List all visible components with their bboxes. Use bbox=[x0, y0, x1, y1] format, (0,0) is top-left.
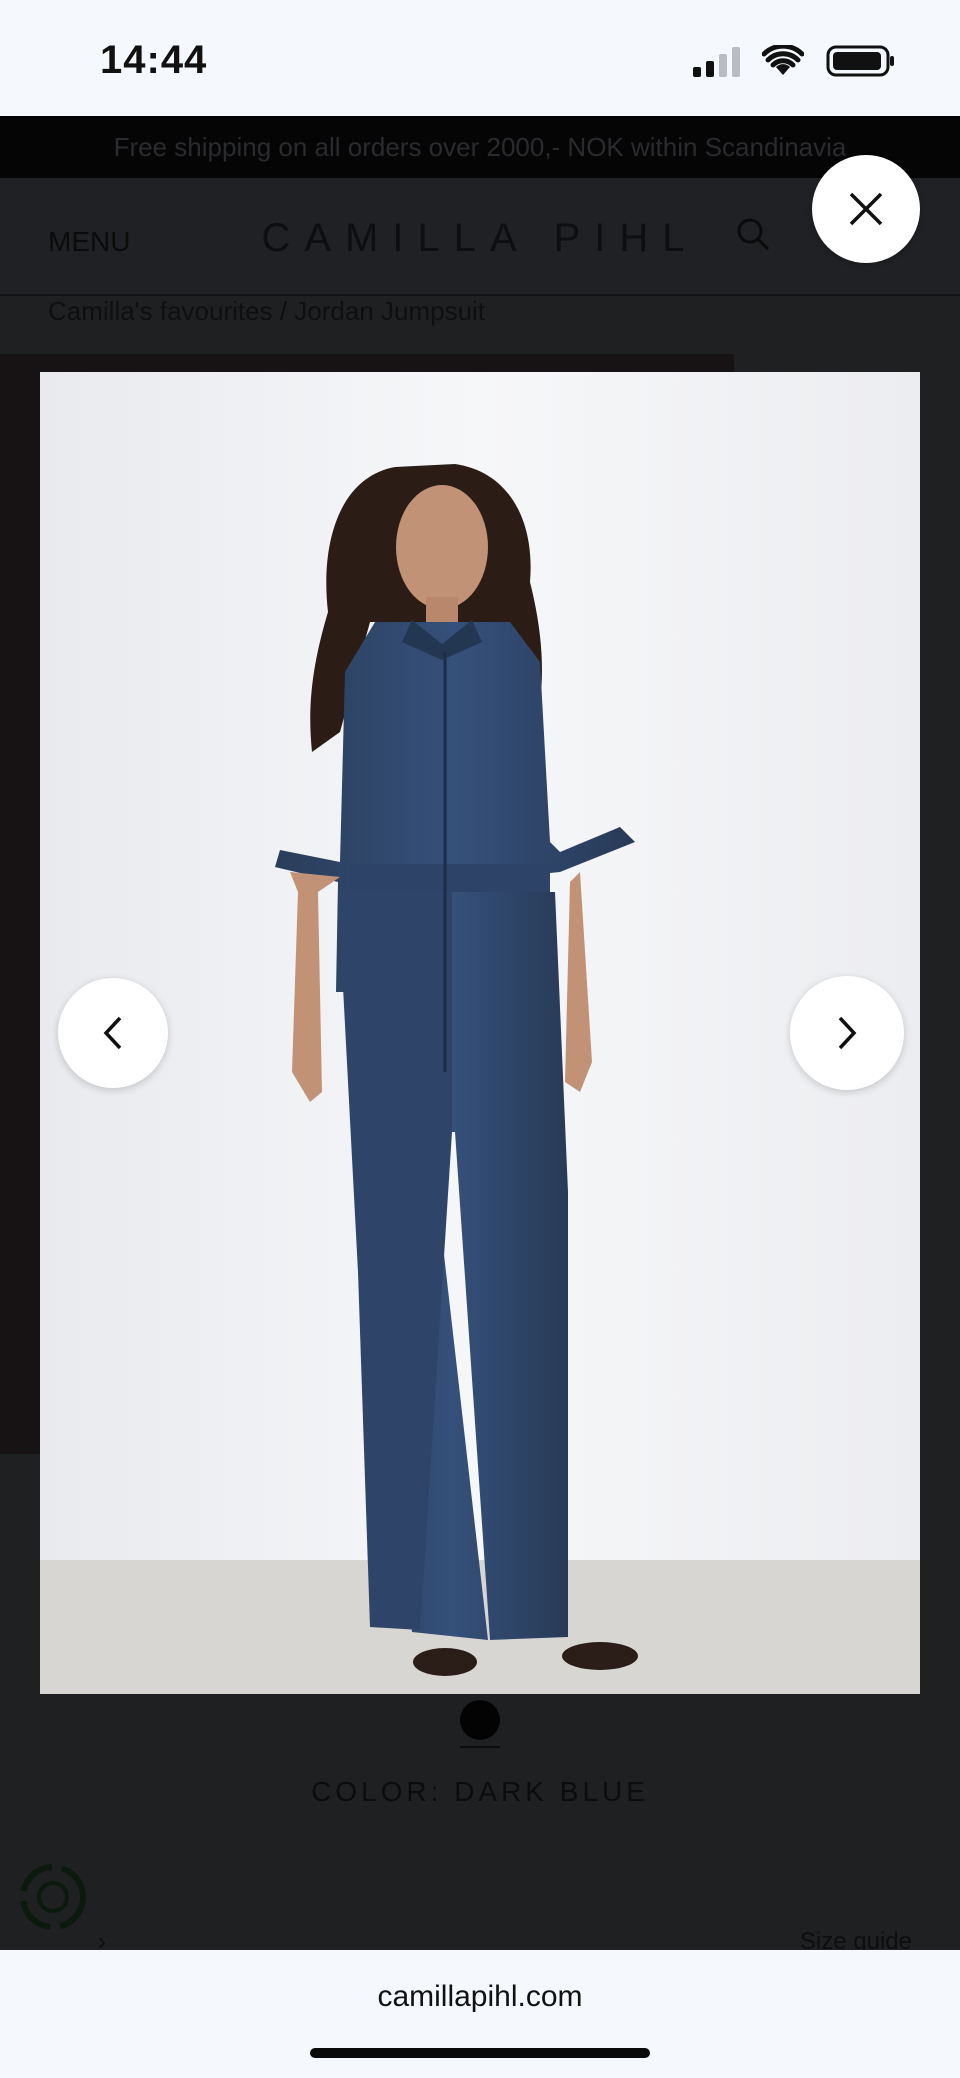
chevron-right-icon bbox=[838, 1016, 857, 1050]
image-pagination-dot-active[interactable] bbox=[460, 1700, 500, 1740]
close-icon bbox=[849, 192, 883, 226]
close-lightbox-button[interactable] bbox=[812, 155, 920, 263]
eco-badge-icon bbox=[20, 1864, 86, 1930]
lightbox-image bbox=[40, 372, 920, 1694]
wifi-icon bbox=[762, 45, 804, 75]
product-photo bbox=[40, 372, 920, 1694]
search-icon[interactable] bbox=[735, 216, 771, 252]
color-label: COLOR: DARK BLUE bbox=[311, 1776, 649, 1807]
pagination-underline bbox=[460, 1746, 500, 1748]
cellular-signal-icon bbox=[693, 45, 740, 77]
chevron-left-icon bbox=[103, 1016, 122, 1050]
status-bar: 14:44 bbox=[0, 0, 960, 116]
url-text[interactable]: camillapihl.com bbox=[0, 1980, 960, 2014]
status-time: 14:44 bbox=[100, 38, 208, 82]
status-icons bbox=[693, 44, 896, 78]
previous-image-button[interactable] bbox=[58, 978, 168, 1088]
browser-address-bar: camillapihl.com bbox=[0, 1950, 960, 2078]
home-indicator[interactable] bbox=[310, 2048, 650, 2058]
battery-icon bbox=[826, 45, 894, 77]
shipping-banner: Free shipping on all orders over 2000,- … bbox=[0, 116, 960, 178]
next-image-button[interactable] bbox=[790, 976, 904, 1090]
breadcrumb[interactable]: Camilla's favourites / Jordan Jumpsuit bbox=[48, 296, 485, 327]
